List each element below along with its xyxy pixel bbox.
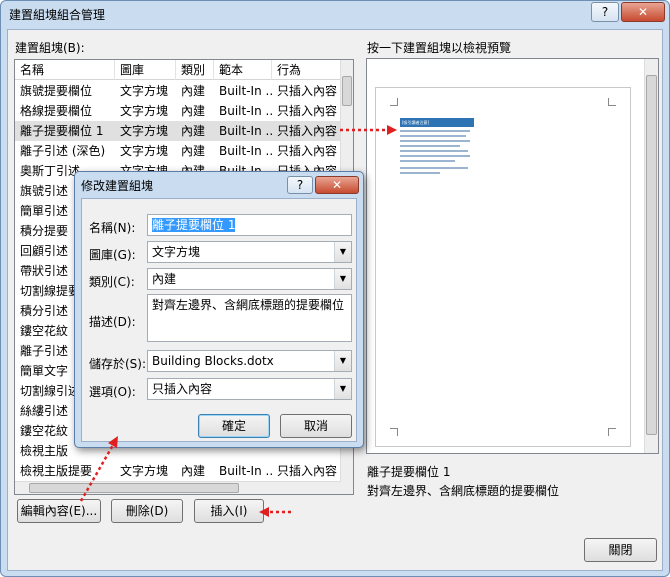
arrow-to-dialog	[79, 444, 115, 502]
arrowhead	[387, 125, 397, 135]
building-blocks-organizer-window: 建置組塊組合管理 ? ✕ 建置組塊(B): 名稱 圖庫 類別 範本 行為 旗號提…	[0, 0, 670, 577]
arrowhead	[108, 436, 118, 448]
annotation-arrows	[79, 125, 397, 517]
arrowhead	[259, 507, 269, 517]
